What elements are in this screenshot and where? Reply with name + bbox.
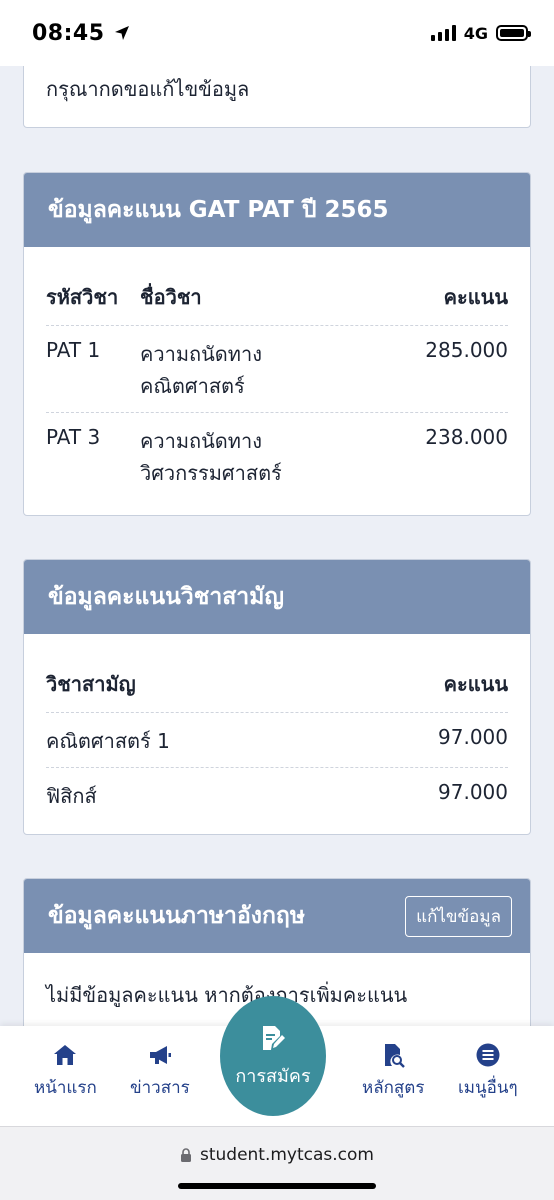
header-code: รหัสวิชา — [46, 285, 119, 309]
nav-home[interactable]: หน้าแรก — [34, 1042, 97, 1101]
header-subject: วิชาสามัญ — [46, 672, 136, 696]
home-icon — [54, 1045, 77, 1065]
url-display[interactable]: student.mytcas.com — [0, 1145, 554, 1165]
nav-news-label: ข่าวสาร — [130, 1078, 190, 1098]
common-subjects-card: ข้อมูลคะแนนวิชาสามัญ วิชาสามัญ คะแนน คณิ… — [23, 559, 531, 835]
home-indicator[interactable] — [178, 1183, 376, 1189]
signal-icon — [430, 25, 456, 41]
network-type: 4G — [463, 23, 488, 43]
subject-name-line1: ความถนัดทาง — [140, 342, 262, 366]
status-bar: 08:45 4G — [0, 0, 554, 66]
status-left: 08:45 — [32, 21, 131, 46]
document-search-icon — [385, 1044, 406, 1068]
menu-circle-icon — [476, 1043, 500, 1067]
nav-home-label: หน้าแรก — [34, 1078, 97, 1098]
url-text: student.mytcas.com — [199, 1145, 374, 1165]
nav-news[interactable]: ข่าวสาร — [130, 1042, 190, 1101]
header-score: คะแนน — [443, 672, 508, 696]
subject-score: 285.000 — [425, 338, 508, 362]
gat-pat-title: ข้อมูลคะแนน GAT PAT ปี 2565 — [48, 197, 389, 223]
subject-score: 238.000 — [425, 425, 508, 449]
table-row: PAT 3 ความถนัดทาง วิศวกรรมศาสตร์ 238.000 — [46, 413, 508, 499]
subject-name-line2: คณิตศาสตร์ — [140, 374, 245, 398]
table-header-row: รหัสวิชา ชื่อวิชา คะแนน — [46, 261, 508, 326]
header-name: ชื่อวิชา — [140, 285, 202, 309]
gat-pat-header: ข้อมูลคะแนน GAT PAT ปี 2565 — [24, 173, 530, 247]
subject-name: ความถนัดทาง วิศวกรรมศาสตร์ — [140, 425, 388, 489]
nav-courses[interactable]: หลักสูตร — [362, 1042, 424, 1101]
subject-name: ความถนัดทาง คณิตศาสตร์ — [140, 338, 388, 402]
battery-icon — [496, 25, 531, 41]
english-header: ข้อมูลคะแนนภาษาอังกฤษ แก้ไขข้อมูล — [24, 879, 530, 953]
subject-name-line2: วิศวกรรมศาสตร์ — [140, 461, 282, 485]
table-row: PAT 1 ความถนัดทาง คณิตศาสตร์ 285.000 — [46, 326, 508, 413]
subject-score: 97.000 — [438, 780, 508, 804]
nav-courses-label: หลักสูตร — [362, 1078, 425, 1098]
megaphone-icon — [149, 1046, 171, 1064]
table-header-row: วิชาสามัญ คะแนน — [46, 648, 508, 713]
status-right: 4G — [430, 23, 531, 43]
location-arrow-icon — [114, 26, 129, 40]
status-time: 08:45 — [32, 20, 105, 46]
edit-document-icon — [263, 1025, 285, 1050]
apply-button[interactable]: การสมัคร — [220, 996, 326, 1116]
common-subjects-table: วิชาสามัญ คะแนน คณิตศาสตร์ 1 97.000 ฟิสิ… — [24, 634, 530, 822]
subject-name-line1: ความถนัดทาง — [140, 429, 262, 453]
subject-name: ฟิสิกส์ — [46, 784, 97, 808]
table-row: ฟิสิกส์ 97.000 — [46, 768, 508, 822]
nav-more[interactable]: เมนูอื่นๆ — [458, 1042, 518, 1101]
apply-label: การสมัคร — [235, 1065, 311, 1087]
subject-code: PAT 1 — [46, 338, 101, 362]
browser-url-bar: student.mytcas.com — [0, 1126, 554, 1200]
subject-name: คณิตศาสตร์ 1 — [46, 729, 170, 753]
nav-more-label: เมนูอื่นๆ — [458, 1078, 518, 1098]
lock-icon — [180, 1147, 191, 1162]
common-subjects-header: ข้อมูลคะแนนวิชาสามัญ — [24, 560, 530, 634]
gat-pat-table: รหัสวิชา ชื่อวิชา คะแนน PAT 1 ความถนัดทา… — [24, 247, 530, 499]
table-row: คณิตศาสตร์ 1 97.000 — [46, 713, 508, 768]
header-score: คะแนน — [443, 285, 508, 309]
subject-score: 97.000 — [438, 725, 508, 749]
gat-pat-card: ข้อมูลคะแนน GAT PAT ปี 2565 รหัสวิชา ชื่… — [23, 172, 531, 516]
common-subjects-title: ข้อมูลคะแนนวิชาสามัญ — [48, 584, 284, 610]
edit-english-button[interactable]: แก้ไขข้อมูล — [405, 895, 512, 937]
english-title: ข้อมูลคะแนนภาษาอังกฤษ — [48, 903, 306, 929]
subject-code: PAT 3 — [46, 425, 101, 449]
